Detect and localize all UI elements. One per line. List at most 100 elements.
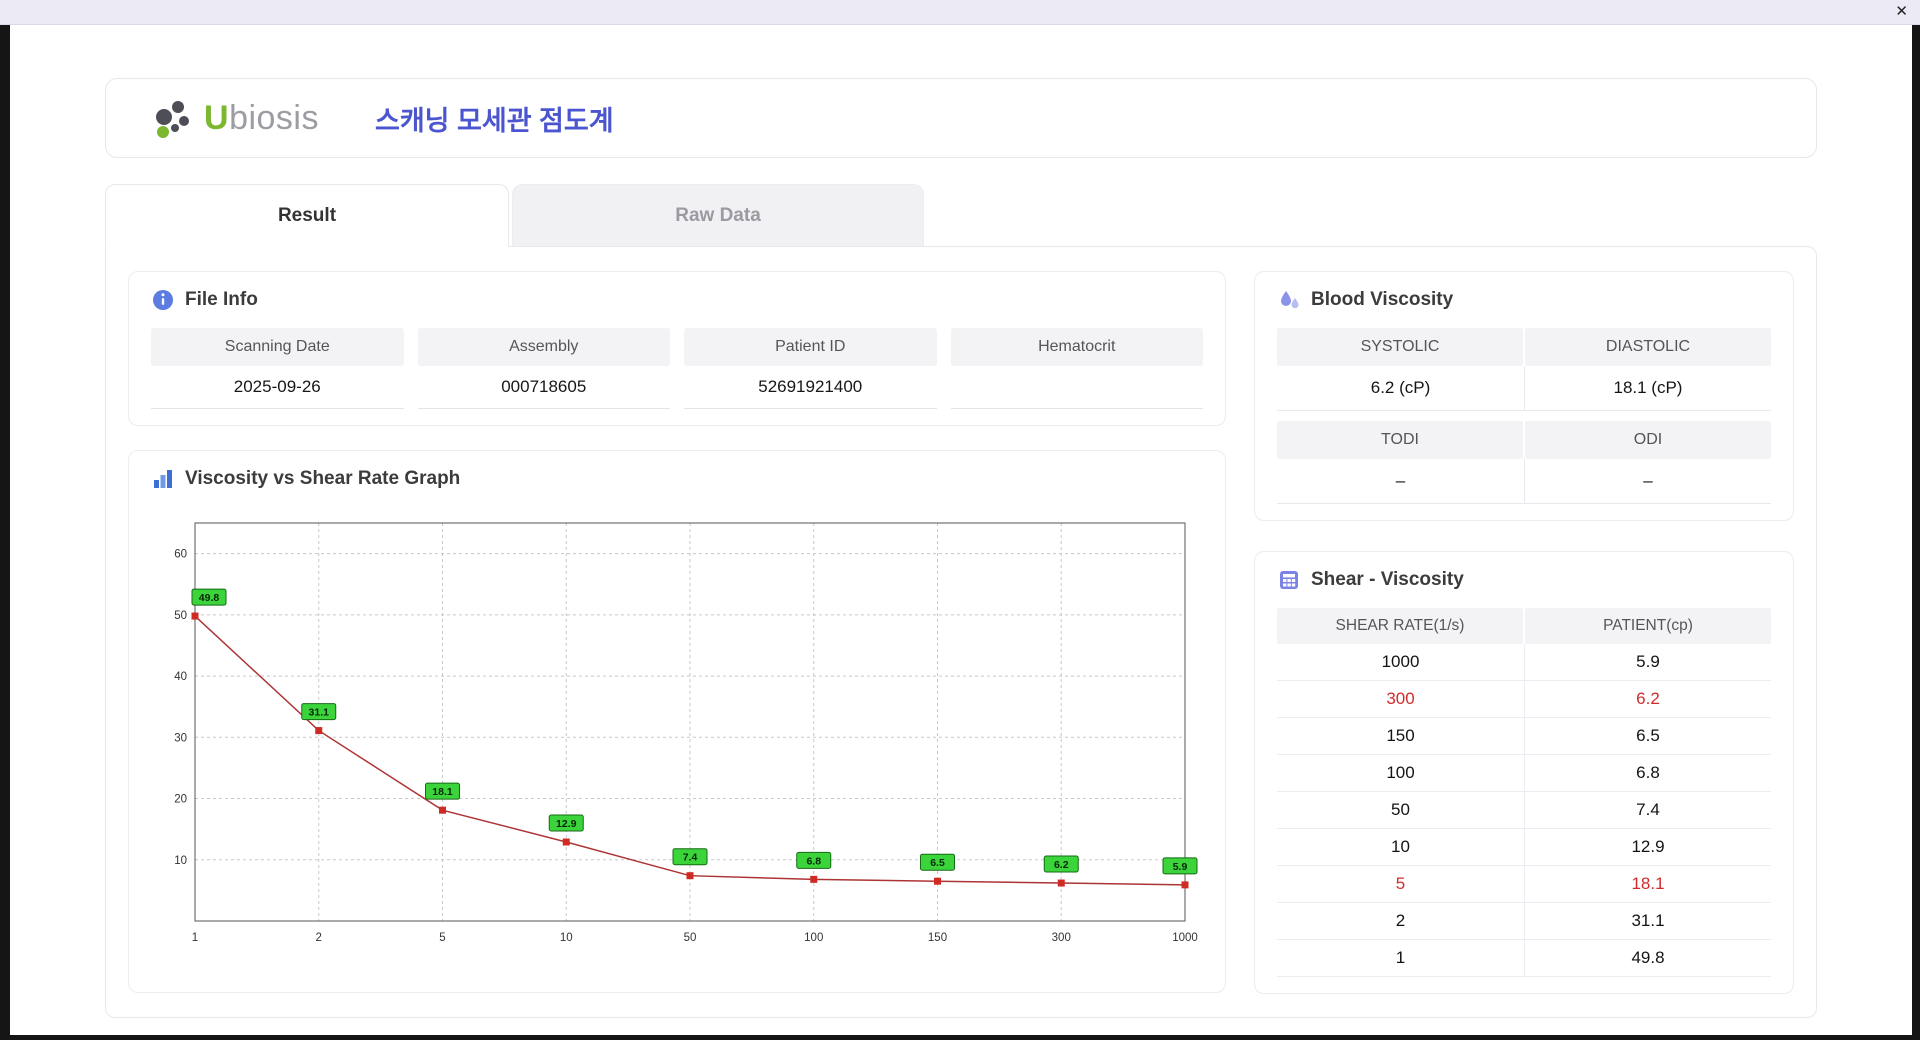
svg-text:150: 150 — [928, 932, 947, 944]
shear-rate-cell: 10 — [1277, 829, 1524, 866]
odi-value: – — [1524, 459, 1771, 504]
close-icon[interactable]: ✕ — [1895, 3, 1908, 21]
logo-dots-icon — [150, 95, 196, 141]
blood-viscosity-title: Blood Viscosity — [1311, 289, 1454, 310]
svg-text:300: 300 — [1052, 932, 1071, 944]
todi-value: – — [1277, 459, 1524, 504]
patient-viscosity-cell: 49.8 — [1524, 940, 1771, 977]
graph-title: Viscosity vs Shear Rate Graph — [185, 468, 461, 489]
tab-bar: Result Raw Data — [105, 184, 1817, 247]
file-info-field-label: Scanning Date — [151, 328, 404, 366]
app-window: Ubiosis 스캐닝 모세관 점도계 Result Raw Data File… — [10, 24, 1912, 1035]
svg-text:49.8: 49.8 — [199, 592, 220, 604]
table-row: 300 6.2 — [1277, 681, 1771, 718]
svg-text:31.1: 31.1 — [309, 707, 330, 719]
patient-viscosity-cell: 6.8 — [1524, 755, 1771, 792]
diastolic-value: 18.1 (cP) — [1524, 366, 1771, 411]
file-info-field-value — [950, 366, 1203, 409]
app-header: Ubiosis 스캐닝 모세관 점도계 — [105, 78, 1817, 158]
file-info-field-label: Hematocrit — [950, 328, 1203, 366]
table-row: 100 6.8 — [1277, 755, 1771, 792]
bar-chart-icon — [151, 467, 175, 491]
viscosity-chart: 10 20 30 40 50 60 1 2 5 10 50 100 150 300 1000 49.8 31.1… — [151, 507, 1203, 964]
shear-rate-cell: 2 — [1277, 903, 1524, 940]
logo-text: Ubiosis — [204, 99, 319, 138]
window-titlebar: ✕ — [0, 0, 1920, 25]
odi-label: ODI — [1525, 421, 1771, 459]
svg-text:2: 2 — [316, 932, 322, 944]
shear-rate-cell: 100 — [1277, 755, 1524, 792]
patient-viscosity-cell: 5.9 — [1524, 644, 1771, 681]
svg-text:5: 5 — [439, 932, 445, 944]
graph-card: Viscosity vs Shear Rate Graph 10 20 30 40 50… — [128, 450, 1226, 993]
tab-result[interactable]: Result — [105, 184, 509, 247]
svg-text:100: 100 — [804, 932, 823, 944]
table-grid-icon — [1277, 568, 1301, 592]
table-row: 150 6.5 — [1277, 718, 1771, 755]
table-row: 1000 5.9 — [1277, 644, 1771, 681]
file-info-field-value: 2025-09-26 — [151, 366, 404, 409]
svg-text:6.5: 6.5 — [930, 857, 945, 869]
svg-text:30: 30 — [174, 732, 187, 744]
chart-svg: 10 20 30 40 50 60 1 2 5 10 50 100 150 300 1000 49.8 31.1… — [174, 522, 1198, 944]
shear-rate-cell: 1 — [1277, 940, 1524, 977]
shear-viscosity-title: Shear - Viscosity — [1311, 569, 1464, 590]
shear-rate-cell: 300 — [1277, 681, 1524, 718]
file-info-title: File Info — [185, 289, 258, 310]
patient-viscosity-cell: 12.9 — [1524, 829, 1771, 866]
svg-text:12.9: 12.9 — [556, 818, 577, 830]
patient-column-header: PATIENT(cp) — [1525, 608, 1771, 644]
shear-rate-cell: 5 — [1277, 866, 1524, 903]
table-row: 2 31.1 — [1277, 903, 1771, 940]
svg-text:5.9: 5.9 — [1173, 861, 1188, 873]
svg-text:18.1: 18.1 — [432, 786, 453, 798]
svg-text:1: 1 — [192, 932, 198, 944]
svg-text:1000: 1000 — [1172, 932, 1198, 944]
systolic-value: 6.2 (cP) — [1277, 366, 1524, 411]
droplet-icon — [1277, 288, 1301, 312]
file-info-card: File Info Scanning Date Assembly Patient I… — [128, 271, 1226, 426]
table-row: 1 49.8 — [1277, 940, 1771, 977]
systolic-label: SYSTOLIC — [1277, 328, 1523, 366]
bv-labels-row-2: TODI ODI — [1277, 421, 1771, 459]
patient-viscosity-cell: 31.1 — [1524, 903, 1771, 940]
info-icon — [151, 288, 175, 312]
shear-rate-column-header: SHEAR RATE(1/s) — [1277, 608, 1523, 644]
tab-raw-data[interactable]: Raw Data — [512, 184, 924, 246]
svg-text:7.4: 7.4 — [683, 852, 698, 864]
file-info-field-label: Assembly — [417, 328, 670, 366]
patient-viscosity-cell: 6.5 — [1524, 718, 1771, 755]
bv-labels-row-1: SYSTOLIC DIASTOLIC — [1277, 328, 1771, 366]
result-panel: File Info Scanning Date Assembly Patient I… — [105, 246, 1817, 1018]
svg-text:40: 40 — [174, 671, 187, 683]
todi-label: TODI — [1277, 421, 1523, 459]
svg-text:6.2: 6.2 — [1054, 859, 1069, 871]
svg-text:50: 50 — [684, 932, 697, 944]
patient-viscosity-cell: 18.1 — [1524, 866, 1771, 903]
svg-text:60: 60 — [174, 549, 187, 561]
shear-viscosity-card: Shear - Viscosity SHEAR RATE(1/s) PATIEN… — [1254, 551, 1794, 994]
logo-text-u: U — [204, 98, 230, 137]
svg-text:20: 20 — [174, 794, 187, 806]
file-info-field-value: 52691921400 — [684, 366, 937, 409]
page-title: 스캐닝 모세관 점도계 — [375, 105, 614, 136]
svg-text:50: 50 — [174, 610, 187, 622]
svg-text:10: 10 — [560, 932, 573, 944]
bv-values-row-1: 6.2 (cP) 18.1 (cP) — [1277, 366, 1771, 411]
shear-table-body: 1000 5.9 300 6.2 150 6.5 100 6.8 50 7.4 10 12.9 5 18.… — [1277, 644, 1771, 977]
svg-text:6.8: 6.8 — [806, 855, 821, 867]
logo-text-rest: biosis — [229, 98, 319, 137]
shear-rate-cell: 50 — [1277, 792, 1524, 829]
shear-table-header: SHEAR RATE(1/s) PATIENT(cp) — [1277, 608, 1771, 644]
patient-viscosity-cell: 6.2 — [1524, 681, 1771, 718]
svg-text:10: 10 — [174, 855, 187, 867]
table-row: 5 18.1 — [1277, 866, 1771, 903]
table-row: 50 7.4 — [1277, 792, 1771, 829]
ubiosis-logo: Ubiosis — [150, 95, 319, 141]
file-info-field-label: Patient ID — [684, 328, 937, 366]
file-info-grid: Scanning Date Assembly Patient ID Hematocri… — [151, 328, 1203, 409]
shear-rate-cell: 1000 — [1277, 644, 1524, 681]
diastolic-label: DIASTOLIC — [1525, 328, 1771, 366]
shear-rate-cell: 150 — [1277, 718, 1524, 755]
blood-viscosity-card: Blood Viscosity SYSTOLIC DIASTOLIC 6.2 (… — [1254, 271, 1794, 521]
